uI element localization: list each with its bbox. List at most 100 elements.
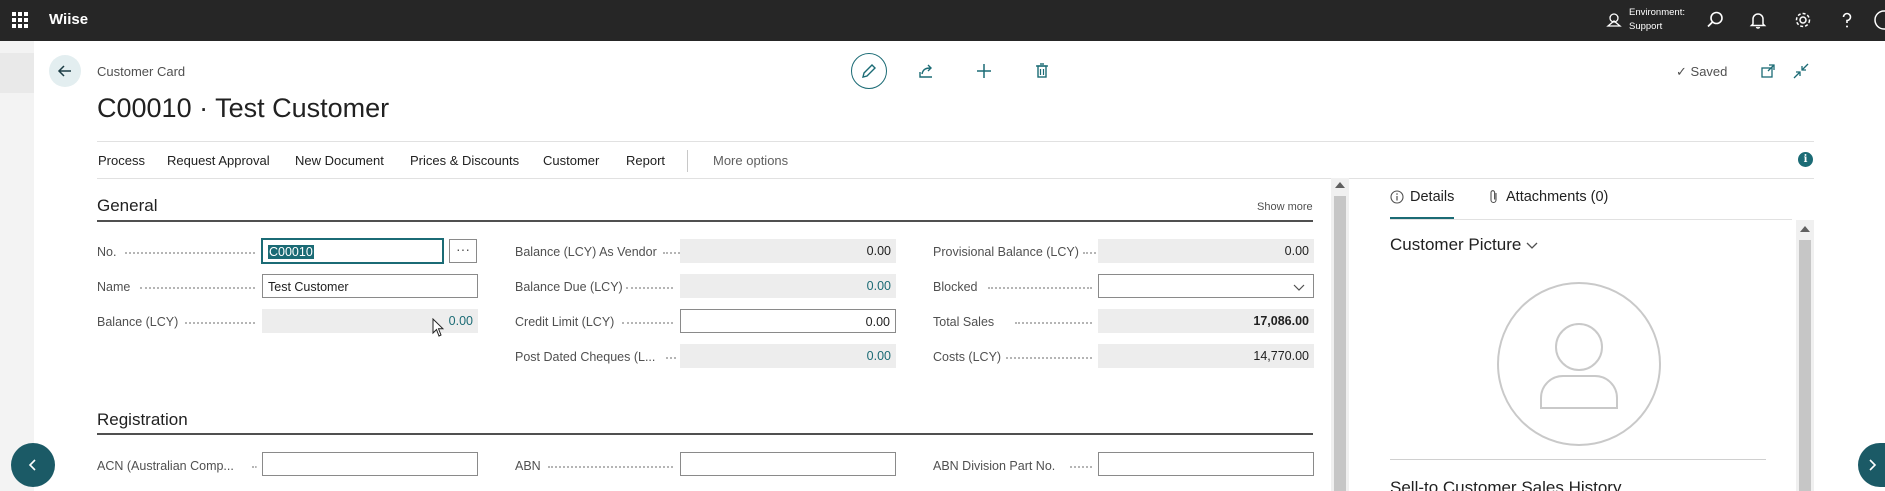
- registration-section-rule: [97, 433, 1313, 435]
- edit-button[interactable]: [851, 53, 887, 89]
- saved-status: ✓ Saved: [1676, 64, 1727, 80]
- abn-field[interactable]: [680, 452, 896, 476]
- open-in-new-window-icon[interactable]: [1759, 62, 1777, 80]
- balance-due-value[interactable]: 0.00: [680, 274, 896, 298]
- post-dated-cheques-value[interactable]: 0.00: [680, 344, 896, 368]
- balance-due-label: Balance Due (LCY): [515, 280, 623, 294]
- costs-label: Costs (LCY): [933, 350, 1002, 364]
- main-scrollbar[interactable]: [1331, 178, 1349, 491]
- customer-picture-placeholder-icon[interactable]: [1496, 281, 1662, 447]
- tab-underline: [1390, 219, 1792, 220]
- notifications-bell-icon[interactable]: [1748, 10, 1768, 30]
- info-icon[interactable]: i: [1798, 152, 1813, 167]
- app-launcher-icon[interactable]: [12, 12, 28, 28]
- leader-dots: [666, 357, 676, 359]
- chevron-down-icon: [1293, 284, 1305, 291]
- user-avatar-icon[interactable]: [1870, 10, 1885, 30]
- menu-item-new-document[interactable]: New Document: [295, 153, 384, 168]
- general-section-title[interactable]: General: [97, 196, 157, 216]
- acn-field[interactable]: [262, 452, 478, 476]
- sales-history-title[interactable]: Sell-to Customer Sales History: [1390, 478, 1621, 491]
- factbox-pane: Details Attachments (0) Customer Picture…: [1350, 178, 1815, 491]
- leader-dots: [988, 287, 1092, 289]
- leader-dots: [548, 466, 673, 468]
- previous-record-button[interactable]: [11, 443, 55, 487]
- balance-lcy-value[interactable]: 0.00: [262, 309, 478, 333]
- settings-gear-icon[interactable]: [1793, 10, 1813, 30]
- search-icon[interactable]: [1705, 10, 1725, 30]
- action-menu: Process Request Approval New Document Pr…: [97, 141, 1814, 179]
- scrollbar-thumb[interactable]: [1799, 240, 1811, 491]
- scrollbar-thumb[interactable]: [1334, 196, 1346, 491]
- leader-dots: [626, 287, 673, 289]
- factbox-scrollbar[interactable]: [1796, 220, 1814, 491]
- chevron-left-icon: [28, 459, 36, 471]
- menu-item-customer[interactable]: Customer: [543, 153, 599, 168]
- breadcrumb: Customer Card: [97, 64, 186, 79]
- back-button[interactable]: [49, 55, 81, 87]
- collapse-icon[interactable]: [1792, 62, 1810, 80]
- no-field[interactable]: C00010: [262, 239, 443, 263]
- credit-limit-label: Credit Limit (LCY): [515, 315, 615, 329]
- tab-attachments[interactable]: Attachments (0): [1488, 189, 1608, 205]
- brand-name[interactable]: Wiise: [49, 11, 88, 28]
- next-record-button[interactable]: [1858, 443, 1885, 487]
- tab-details[interactable]: Details: [1390, 189, 1455, 220]
- leader-dots: [1006, 357, 1092, 359]
- balance-lcy-label: Balance (LCY): [97, 315, 179, 329]
- new-button[interactable]: [966, 53, 1002, 89]
- costs-value: 14,770.00: [1098, 344, 1314, 368]
- scroll-up-arrow-icon[interactable]: [1800, 226, 1810, 232]
- gutter-shade: [0, 53, 34, 93]
- tab-attachments-label: Attachments (0): [1506, 189, 1609, 205]
- leader-dots: [663, 252, 680, 254]
- share-button[interactable]: [908, 53, 944, 89]
- acn-label: ACN (Australian Comp...: [97, 459, 234, 473]
- balance-as-vendor-value: 0.00: [680, 239, 896, 263]
- chevron-right-icon: [1868, 459, 1876, 471]
- tab-details-label: Details: [1410, 189, 1455, 205]
- leader-dots: [125, 252, 255, 254]
- top-bar: Wiise Environment: Support: [0, 0, 1885, 41]
- plus-icon: [977, 64, 991, 78]
- leader-dots: [1015, 322, 1092, 324]
- blocked-select[interactable]: [1098, 274, 1314, 298]
- menu-separator: [687, 150, 688, 172]
- no-assist-edit-button[interactable]: ···: [449, 239, 477, 263]
- menu-item-process[interactable]: Process: [98, 153, 145, 168]
- environment-icon: [1606, 13, 1622, 27]
- leader-dots: [252, 466, 257, 468]
- scroll-up-arrow-icon[interactable]: [1335, 182, 1345, 188]
- customer-picture-title[interactable]: Customer Picture: [1390, 235, 1539, 255]
- blocked-label: Blocked: [933, 280, 978, 294]
- abn-division-field[interactable]: [1098, 452, 1314, 476]
- show-more-link[interactable]: Show more: [1257, 201, 1313, 213]
- registration-section-title[interactable]: Registration: [97, 410, 188, 430]
- no-label: No.: [97, 245, 117, 259]
- mouse-cursor-icon: [432, 318, 444, 337]
- checkmark-icon: ✓: [1676, 64, 1687, 79]
- name-label: Name: [97, 280, 131, 294]
- menu-item-request-approval[interactable]: Request Approval: [167, 153, 270, 168]
- balance-as-vendor-label: Balance (LCY) As Vendor: [515, 245, 657, 259]
- credit-limit-field[interactable]: 0.00: [680, 309, 896, 333]
- menu-item-report[interactable]: Report: [626, 153, 665, 168]
- menu-item-prices-discounts[interactable]: Prices & Discounts: [410, 153, 519, 168]
- left-gutter: [0, 41, 34, 491]
- back-arrow-icon: [57, 65, 71, 77]
- environment-label: Environment:: [1629, 7, 1685, 18]
- general-section-rule: [97, 220, 1313, 222]
- menu-more-options[interactable]: More options: [713, 153, 788, 168]
- help-icon[interactable]: [1837, 10, 1857, 30]
- abn-division-label: ABN Division Part No.: [933, 459, 1056, 473]
- chevron-down-icon: [1526, 242, 1538, 249]
- environment-indicator[interactable]: Environment: Support: [1606, 6, 1685, 34]
- provisional-balance-value: 0.00: [1098, 239, 1314, 263]
- total-sales-label: Total Sales: [933, 315, 995, 329]
- name-field[interactable]: Test Customer: [262, 274, 478, 298]
- leader-dots: [140, 287, 255, 289]
- delete-button[interactable]: [1024, 53, 1060, 89]
- leader-dots: [1070, 466, 1092, 468]
- info-circle-icon: [1390, 190, 1404, 204]
- provisional-balance-label: Provisional Balance (LCY): [933, 245, 1079, 259]
